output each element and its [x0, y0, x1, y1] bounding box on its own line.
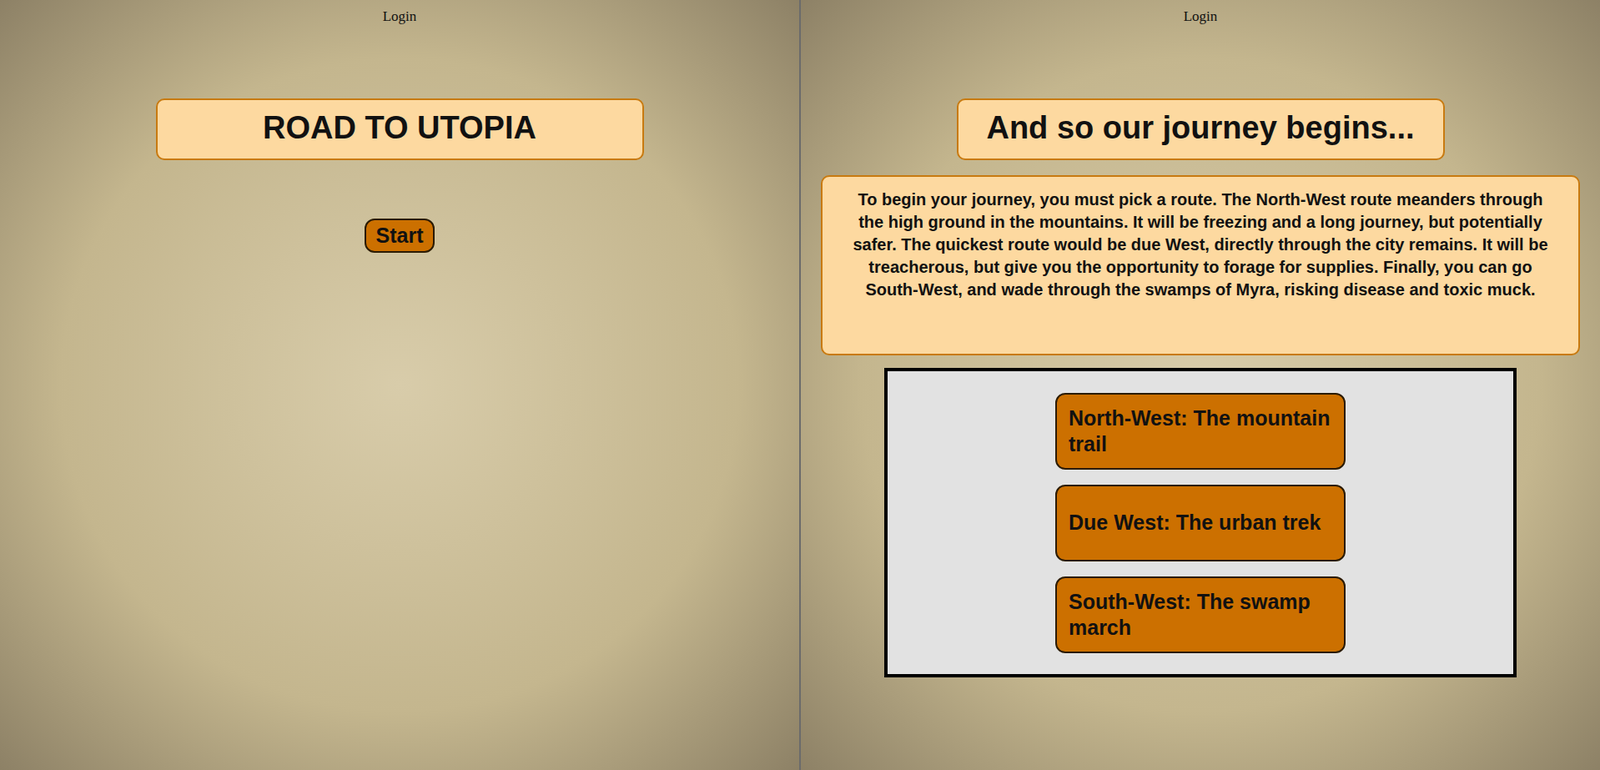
- game-title: ROAD TO UTOPIA: [155, 98, 645, 161]
- chapter-title: And so our journey begins...: [956, 98, 1445, 161]
- login-link[interactable]: Login: [382, 8, 418, 26]
- route-option[interactable]: North-West: The mountain trail: [1055, 392, 1346, 470]
- route-option[interactable]: South-West: The swamp march: [1055, 576, 1346, 654]
- skull-picture: North-West: The mountain trail Due West: …: [884, 367, 1517, 678]
- story-text: To begin your journey, you must pick a r…: [820, 175, 1580, 356]
- game-page: Login ROAD TO UTOPIA Start Login And so our …: [0, 0, 1600, 770]
- login-link[interactable]: Login: [1183, 8, 1218, 26]
- route-option[interactable]: Due West: The urban trek: [1055, 484, 1346, 562]
- title-screen: Login ROAD TO UTOPIA Start: [0, 0, 801, 770]
- route-screen: Login And so our journey begins... To begi…: [800, 0, 1600, 770]
- start-button[interactable]: Start: [364, 218, 436, 253]
